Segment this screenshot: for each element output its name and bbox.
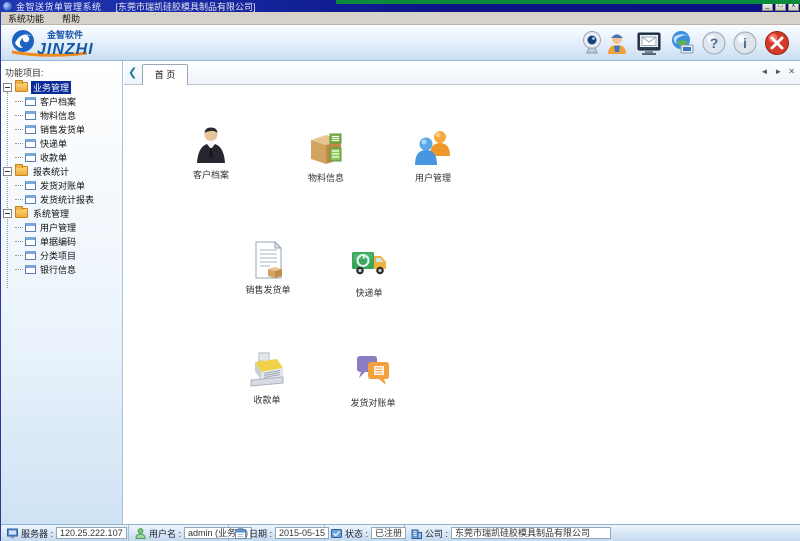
logo-cn-text: 金智软件 [46, 29, 83, 40]
main-region: 功能项目: 业务管理 客户档案 物料信息 销售发货单 [1, 61, 800, 524]
tab-bar: ❮ 首 页 ◄ ► ✕ [124, 61, 800, 85]
users-icon [413, 128, 453, 168]
status-company: 公司 : 东莞市瑞凯硅胶模具制品有限公司 [405, 525, 800, 541]
form-icon [25, 237, 36, 246]
form-icon [25, 111, 36, 120]
tab-close-icon[interactable]: ✕ [788, 67, 795, 76]
status-date: 日期 : 2015-05-15 [229, 525, 325, 541]
status-server: 服务器 : 120.25.222.107 [1, 525, 129, 541]
form-icon [25, 139, 36, 148]
server-icon [7, 528, 18, 539]
calendar-icon [235, 528, 246, 539]
sidebar-header: 功能项目: [1, 61, 122, 80]
tree-item-shipping-stats[interactable]: 发货统计报表 [1, 192, 122, 206]
menu-system-functions[interactable]: 系统功能 [8, 12, 44, 25]
statement-chat-icon [353, 353, 393, 393]
shortcut-user-mgmt[interactable]: 用户管理 [391, 128, 475, 184]
collapse-toggle-icon[interactable] [3, 167, 12, 176]
window-title-company: [东莞市瑞凯硅胶模具制品有限公司] [116, 0, 256, 13]
express-truck-icon [349, 243, 389, 283]
cash-register-icon [247, 350, 287, 390]
shortcut-statement[interactable]: 发货对账单 [331, 353, 415, 409]
tree-group-label[interactable]: 报表统计 [31, 165, 71, 178]
tree-item-doc-coding[interactable]: 单据编码 [1, 234, 122, 248]
shortcut-customer-archive[interactable]: 客户档案 [169, 125, 253, 181]
logo-en-text: JINZHI [37, 41, 94, 58]
globe-network-icon[interactable] [668, 29, 696, 57]
tree-item-material-info[interactable]: 物料信息 [1, 108, 122, 122]
tree-item-bank-info[interactable]: 银行信息 [1, 262, 122, 276]
jinzhi-logo: 金智软件 JINZHI [7, 27, 167, 59]
worker-user-icon[interactable] [603, 29, 631, 57]
function-tree: 业务管理 客户档案 物料信息 销售发货单 快递单 [1, 80, 122, 276]
status-bar: 服务器 : 120.25.222.107 用户名 : admin (业务员) 日… [1, 524, 800, 541]
form-icon [25, 181, 36, 190]
tree-group-label[interactable]: 业务管理 [31, 81, 71, 94]
form-icon [25, 97, 36, 106]
toolbar: 金智软件 JINZHI ? i [1, 25, 800, 61]
app-icon [3, 2, 12, 11]
folder-icon [15, 208, 28, 218]
webcam-icon[interactable] [578, 29, 606, 57]
monitor-mail-icon[interactable] [635, 29, 663, 57]
form-icon [25, 265, 36, 274]
svg-text:?: ? [710, 35, 719, 51]
tree-item-user-mgmt[interactable]: 用户管理 [1, 220, 122, 234]
desktop-edge-strip [336, 0, 800, 4]
menu-help[interactable]: 帮助 [62, 12, 80, 25]
folder-icon [15, 82, 28, 92]
tree-item-customer-archive[interactable]: 客户档案 [1, 94, 122, 108]
collapse-toggle-icon[interactable] [3, 209, 12, 218]
content-area: ❮ 首 页 ◄ ► ✕ 客户档案 [124, 61, 800, 524]
registration-value: 已注册 [371, 527, 406, 539]
help-icon[interactable]: ? [700, 29, 728, 57]
collapse-sidebar-icon[interactable]: ❮ [128, 66, 137, 79]
window-title: 金智送货单管理系统 [16, 0, 102, 13]
tree-group-business[interactable]: 业务管理 [1, 80, 122, 94]
form-icon [25, 153, 36, 162]
form-icon [25, 251, 36, 260]
delivery-note-icon [248, 240, 288, 280]
tree-item-express[interactable]: 快递单 [1, 136, 122, 150]
status-user: 用户名 : admin (业务员) [129, 525, 229, 541]
businessman-icon [191, 125, 231, 165]
form-icon [25, 125, 36, 134]
company-icon [411, 528, 422, 539]
folder-icon [15, 166, 28, 176]
tree-guide [7, 92, 8, 288]
tree-group-reports[interactable]: 报表统计 [1, 164, 122, 178]
sidebar: 功能项目: 业务管理 客户档案 物料信息 销售发货单 [1, 61, 123, 524]
app-window: { "window": { "title": "金智送货单管理系统", "tit… [0, 0, 800, 541]
tree-group-system[interactable]: 系统管理 [1, 206, 122, 220]
tab-home[interactable]: 首 页 [142, 64, 188, 85]
shortcut-material-info[interactable]: 物料信息 [284, 128, 368, 184]
svg-text:i: i [743, 35, 747, 51]
form-icon [25, 195, 36, 204]
company-value: 东莞市瑞凯硅胶模具制品有限公司 [451, 527, 611, 539]
info-icon[interactable]: i [731, 29, 759, 57]
form-icon [25, 223, 36, 232]
home-canvas: 客户档案 物料信息 [124, 85, 800, 524]
status-registration: 状态 : 已注册 [325, 525, 405, 541]
shortcut-express[interactable]: 快递单 [327, 243, 411, 299]
menu-bar: 系统功能 帮助 [1, 12, 800, 25]
tree-item-receipt[interactable]: 收款单 [1, 150, 122, 164]
date-value: 2015-05-15 [275, 527, 329, 539]
server-value: 120.25.222.107 [56, 527, 127, 539]
tab-next-icon[interactable]: ► [774, 67, 782, 76]
tree-item-category[interactable]: 分类项目 [1, 248, 122, 262]
tree-item-statement[interactable]: 发货对账单 [1, 178, 122, 192]
tree-group-label[interactable]: 系统管理 [31, 207, 71, 220]
user-icon [135, 528, 146, 539]
exit-icon[interactable] [763, 29, 791, 57]
material-box-icon [306, 128, 346, 168]
tree-item-sales-delivery[interactable]: 销售发货单 [1, 122, 122, 136]
collapse-toggle-icon[interactable] [3, 83, 12, 92]
shortcut-sales-delivery[interactable]: 销售发货单 [226, 240, 310, 296]
status-icon [331, 528, 342, 539]
tab-prev-icon[interactable]: ◄ [760, 67, 768, 76]
shortcut-receipt[interactable]: 收款单 [225, 350, 309, 406]
